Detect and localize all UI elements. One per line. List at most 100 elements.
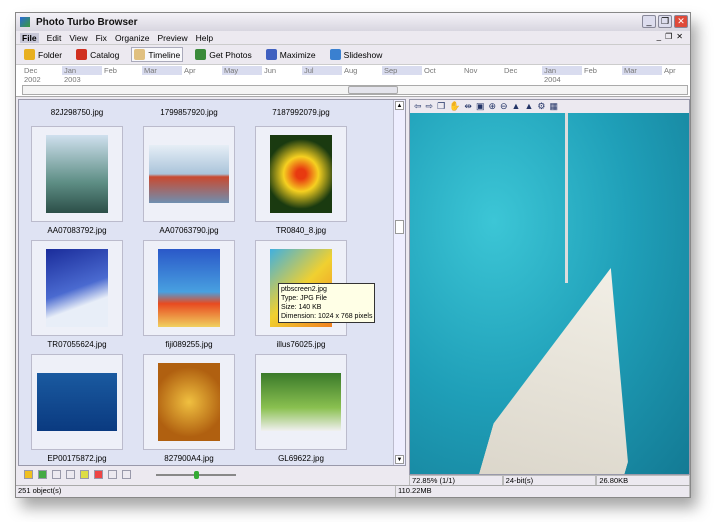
delete-icon[interactable] [94,470,103,479]
timeline-month[interactable]: Sep [382,66,422,75]
thumbnail-size-slider[interactable] [156,470,236,479]
thumbnail-frame[interactable] [31,354,123,450]
sailboat-image [472,249,678,474]
thumbnail-item[interactable]: fiji089255.jpg [143,240,235,349]
app-window: Photo Turbo Browser _ ❐ ✕ _❐✕ File Edit View… [15,12,691,498]
timeline-month[interactable]: Dec [22,66,62,75]
toolbar-label: Maximize [279,49,316,60]
thumbnail-image [37,373,117,431]
thumbnail-frame[interactable] [143,240,235,336]
thumbnail-item[interactable]: 827900A4.jpg [143,354,235,463]
folder-icon [24,49,35,60]
menu-fix[interactable]: Fix [96,33,107,43]
timeline-month[interactable]: Jul [302,66,342,75]
preview-tool-icon[interactable]: ▲ [524,101,533,111]
tooltip-line: Type: JPG File [281,295,327,302]
thumbnail-item[interactable]: 82J298750.jpg [31,104,123,117]
thumbnail-item[interactable]: 7187992079.jpg [255,104,347,117]
timeline-month[interactable]: Apr [662,66,702,75]
thumbnail-item[interactable]: AA07063790.jpg [143,126,235,235]
select-icon[interactable] [66,470,75,479]
preview-tool-icon[interactable]: ⊕ [488,101,496,112]
preview-tool-icon[interactable]: ⇹ [464,101,472,112]
toolbar-timeline-button[interactable]: Timeline [131,47,184,62]
timeline-scroll-thumb[interactable] [348,86,398,94]
close-button[interactable]: ✕ [674,15,688,28]
status-bar: 251 object(s) 110.22MB [16,485,690,497]
thumbnail-image [149,145,229,203]
timeline-month[interactable]: Aug [342,66,382,75]
thumbnail-item[interactable]: AA07083792.jpg [31,126,123,235]
preview-tool-icon[interactable]: ▦ [549,101,558,112]
timeline-month[interactable]: Feb [582,66,622,75]
thumbnail-frame[interactable] [31,126,123,222]
thumbnail-filename: AA07063790.jpg [159,226,219,235]
timeline-month[interactable]: Mar [622,66,662,75]
timeline-month[interactable]: Dec [502,66,542,75]
pen-icon[interactable] [52,470,61,479]
thumbnail-frame[interactable] [31,240,123,336]
toolbar-label: Catalog [90,49,120,60]
timeline-month[interactable]: Apr [182,66,222,75]
preview-tool-icon[interactable]: ⇦ [414,101,422,112]
timeline-month[interactable]: Jan [542,66,582,75]
preview-tool-icon[interactable]: ▲ [512,101,521,111]
thumbnail-item[interactable]: TR07055624.jpg [31,240,123,349]
scroll-down-button[interactable]: ▼ [395,455,404,464]
rotate-left-icon[interactable] [108,470,117,479]
timeline-month[interactable]: Feb [102,66,142,75]
tooltip-line: Dimension: 1024 x 768 pixels [281,313,373,320]
thumbnail-frame[interactable] [255,354,347,450]
scroll-thumb[interactable] [395,220,404,234]
toolbar-get-photos-button[interactable]: Get Photos [193,48,254,61]
timeline[interactable]: Dec Jan Feb Mar Apr May Jun Jul Aug Sep Oct Nov Dec J… [16,65,690,97]
toolbar-slideshow-button[interactable]: Slideshow [328,48,385,61]
toolbar-catalog-button[interactable]: Catalog [74,48,121,61]
menu-preview[interactable]: Preview [157,33,187,43]
timeline-month[interactable]: Oct [422,66,462,75]
timeline-month[interactable]: Mar [142,66,182,75]
thumbnail-item[interactable]: 1799857920.jpg [143,104,235,117]
timeline-month[interactable]: Jan [62,66,102,75]
vertical-scrollbar[interactable]: ▲ ▼ [393,100,405,465]
thumbnail-item[interactable]: EP00175872.jpg [31,354,123,463]
preview-tool-icon[interactable]: ▣ [476,101,485,112]
minimize-button[interactable]: _ [642,15,656,28]
refresh-icon[interactable] [38,470,47,479]
timeline-icon [134,49,146,60]
thumbnail-image [261,373,341,431]
object-count: 251 object(s) [16,486,396,497]
timeline-month[interactable]: Nov [462,66,502,75]
mdi-controls[interactable]: _❐✕ [657,32,687,41]
timeline-month[interactable]: Jun [262,66,302,75]
scroll-up-button[interactable]: ▲ [395,101,404,110]
preview-tool-icon[interactable]: ❐ [437,101,445,112]
up-folder-icon[interactable] [24,470,33,479]
select-all-icon[interactable] [80,470,89,479]
thumbnail-frame[interactable] [143,354,235,450]
timeline-scrollbar[interactable] [22,85,688,95]
slideshow-icon [329,49,341,60]
thumbnail-item[interactable]: GL69622.jpg [255,354,347,463]
menu-organize[interactable]: Organize [115,33,150,43]
slider-handle[interactable] [194,470,199,479]
menu-edit[interactable]: Edit [47,33,62,43]
tooltip-line: Size: 140 KB [281,304,322,311]
menu-view[interactable]: View [69,33,87,43]
thumbnail-frame[interactable] [255,126,347,222]
rotate-right-icon[interactable] [122,470,131,479]
menu-help[interactable]: Help [196,33,213,43]
preview-tool-icon[interactable]: ⚙ [537,101,545,112]
toolbar-folder-button[interactable]: Folder [22,48,64,61]
toolbar-label: Timeline [148,49,181,60]
timeline-year: 2004 [544,75,561,84]
toolbar-maximize-button[interactable]: Maximize [264,48,318,61]
preview-tool-icon[interactable]: ⊖ [500,101,508,112]
thumbnail-frame[interactable] [143,126,235,222]
preview-tool-icon[interactable]: ⇨ [426,101,434,112]
timeline-month[interactable]: May [222,66,262,75]
restore-button[interactable]: ❐ [658,15,672,28]
menu-file[interactable]: File [20,32,39,43]
thumbnail-item[interactable]: TR0840_8.jpg [255,126,347,235]
preview-tool-icon[interactable]: ✋ [449,101,460,112]
